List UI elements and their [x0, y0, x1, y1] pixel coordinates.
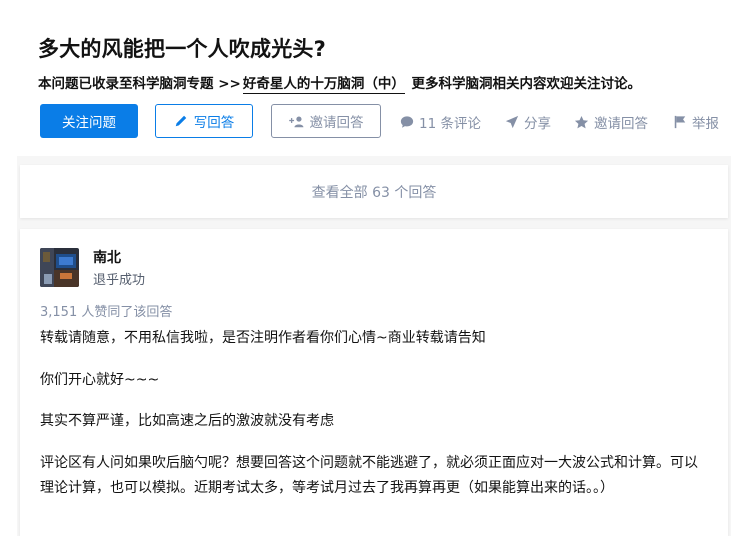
- star-icon: [574, 115, 589, 128]
- flag-icon: [674, 115, 686, 129]
- write-answer-label: 写回答: [193, 115, 235, 131]
- comments-action[interactable]: 11 条评论: [400, 112, 481, 132]
- question-header: 多大的风能把一个人吹成光头? 本问题已收录至科学脑洞专题 >> 好奇星人的十万脑洞…: [0, 0, 731, 152]
- answer-paragraph: 其实不算严谨，比如高速之后的激波就没有考虑: [40, 413, 334, 429]
- topic-prefix: 本问题已收录至科学脑洞专题 >>: [38, 76, 241, 92]
- report-action[interactable]: 举报: [673, 112, 719, 132]
- add-user-icon: [288, 115, 303, 127]
- answer-paragraph: 评论区有人问如果吹后脑勺呢？想要回答这个问题就不能逃避了，就必须正面应对一大波公…: [40, 455, 698, 496]
- follow-question-label: 关注问题: [62, 115, 116, 131]
- view-all-answers-button[interactable]: 查看全部 63 个回答: [20, 165, 728, 218]
- avatar[interactable]: [40, 248, 79, 287]
- write-answer-button[interactable]: 写回答: [155, 104, 253, 138]
- answer-paragraph: 你们开心就好~~~: [40, 372, 160, 388]
- topic-link[interactable]: 好奇星人的十万脑洞（中）: [242, 76, 405, 94]
- comments-count: 11 条评论: [419, 116, 481, 132]
- pencil-icon: [175, 115, 186, 127]
- author-name[interactable]: 南北: [93, 247, 121, 267]
- vote-count: 3,151 人赞同了该回答: [40, 305, 173, 320]
- view-all-label: 查看全部 63 个回答: [311, 184, 437, 201]
- invite-action-label: 邀请回答: [594, 116, 648, 132]
- author-bio: 退乎成功: [93, 273, 146, 288]
- share-icon: [505, 115, 519, 129]
- invite-answer-button[interactable]: 邀请回答: [271, 104, 381, 138]
- share-action[interactable]: 分享: [505, 112, 551, 132]
- topic-notice: 本问题已收录至科学脑洞专题 >> 好奇星人的十万脑洞（中） 更多科学脑洞相关内容欢…: [38, 72, 642, 94]
- invite-answer-label: 邀请回答: [309, 115, 364, 131]
- invite-action[interactable]: 邀请回答: [574, 112, 648, 132]
- question-title: 多大的风能把一个人吹成光头?: [38, 37, 326, 61]
- answer-paragraph: 转载请随意，不用私信我啦，是否注明作者看你们心情~商业转载请告知: [40, 330, 486, 346]
- report-label: 举报: [692, 116, 719, 132]
- follow-question-button[interactable]: 关注问题: [40, 104, 138, 138]
- share-label: 分享: [524, 116, 551, 132]
- comment-icon: [400, 116, 414, 128]
- topic-suffix: 更多科学脑洞相关内容欢迎关注讨论。: [411, 76, 642, 92]
- answer-card: 南北 退乎成功 3,151 人赞同了该回答 转载请随意，不用私信我啦，是否注明作…: [20, 229, 728, 536]
